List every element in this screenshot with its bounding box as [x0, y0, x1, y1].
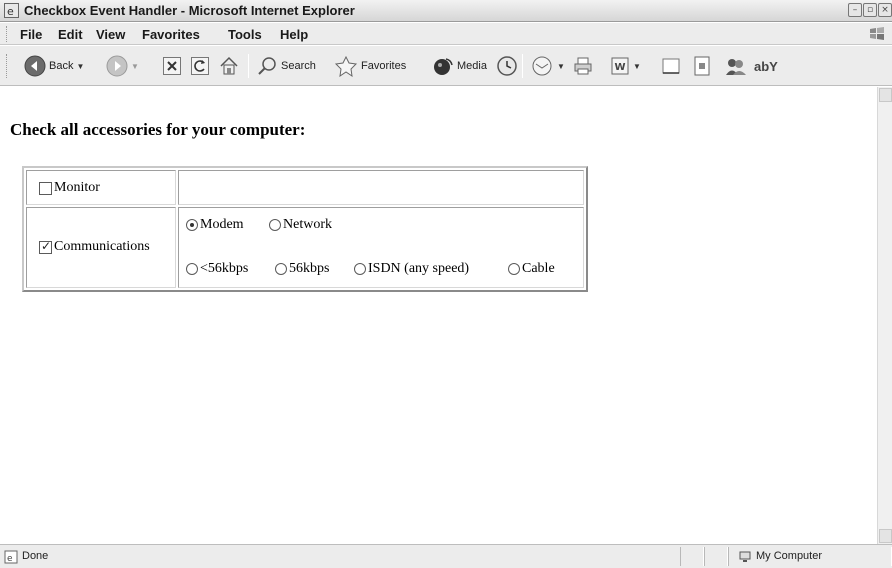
menu-file[interactable]: File — [20, 27, 42, 42]
vertical-scrollbar[interactable] — [877, 87, 892, 544]
monitor-cell: Monitor — [26, 170, 176, 205]
svg-text:e: e — [7, 554, 13, 564]
communications-options-cell: Modem Network <56kbps 56kbps ISDN (any s… — [178, 207, 584, 288]
aby-button[interactable]: abY — [754, 53, 778, 79]
accessories-table: Monitor Communications Modem Network <56… — [22, 166, 588, 292]
speed-56-option[interactable]: 56kbps — [275, 261, 329, 277]
monitor-option[interactable]: Monitor — [39, 180, 100, 196]
title-bar: e Checkbox Event Handler - Microsoft Int… — [0, 0, 892, 22]
speed-lt56-radio[interactable] — [186, 263, 198, 275]
speed-isdn-label: ISDN (any speed) — [368, 261, 470, 276]
network-radio[interactable] — [269, 219, 281, 231]
speed-cable-label: Cable — [522, 261, 555, 276]
speed-isdn-radio[interactable] — [354, 263, 366, 275]
search-button[interactable]: Search — [256, 53, 316, 79]
menu-view[interactable]: View — [96, 27, 125, 42]
status-text: Done — [22, 550, 49, 562]
research-icon — [694, 56, 710, 76]
scroll-up-button[interactable] — [879, 88, 892, 102]
word-icon: W — [611, 57, 629, 75]
communications-label: Communications — [54, 239, 150, 254]
forward-arrow-icon — [106, 55, 128, 77]
discuss-button[interactable] — [660, 53, 682, 79]
status-bar: e Done My Computer — [0, 544, 892, 568]
mail-dropdown-icon[interactable]: ▼ — [557, 62, 565, 71]
menu-favorites[interactable]: Favorites — [142, 27, 200, 42]
speed-cable-option[interactable]: Cable — [508, 261, 555, 277]
menu-tools[interactable]: Tools — [228, 27, 262, 42]
mail-button[interactable]: ▼ — [530, 53, 565, 79]
favorites-button[interactable]: Favorites — [334, 53, 406, 79]
minimize-button[interactable]: – — [848, 3, 862, 17]
search-label: Search — [281, 60, 316, 72]
history-button[interactable] — [496, 53, 518, 79]
back-arrow-icon — [24, 55, 46, 77]
back-button[interactable]: Back ▼ — [24, 53, 84, 79]
home-icon — [220, 56, 238, 75]
mail-icon — [532, 56, 552, 76]
print-icon — [574, 57, 592, 75]
scroll-down-button[interactable] — [879, 529, 892, 543]
close-button[interactable]: × — [878, 3, 892, 17]
favorites-star-icon — [334, 55, 358, 77]
speed-lt56-label: <56kbps — [200, 261, 249, 276]
speed-isdn-option[interactable]: ISDN (any speed) — [354, 261, 469, 277]
monitor-label: Monitor — [54, 180, 100, 195]
aby-label: abY — [754, 58, 778, 74]
discuss-icon — [662, 58, 680, 74]
network-option[interactable]: Network — [269, 217, 332, 233]
speed-lt56-option[interactable]: <56kbps — [186, 261, 248, 277]
media-icon — [434, 58, 453, 75]
menu-help[interactable]: Help — [280, 27, 308, 42]
communications-cell: Communications — [26, 207, 176, 288]
print-button[interactable] — [572, 53, 594, 79]
toolbar: Back ▼ ▼ Search Favorites Media ▼ W ▼ ab… — [0, 46, 892, 86]
speed-cable-radio[interactable] — [508, 263, 520, 275]
menu-bar: File Edit View Favorites Tools Help — [0, 23, 892, 45]
refresh-button[interactable] — [190, 53, 210, 79]
favorites-label: Favorites — [361, 60, 407, 72]
page-done-icon: e — [4, 550, 18, 564]
page-heading: Check all accessories for your computer: — [10, 120, 306, 139]
communications-checkbox[interactable] — [39, 239, 52, 254]
my-computer-icon — [739, 551, 751, 562]
forward-dropdown-icon[interactable]: ▼ — [131, 62, 139, 71]
menu-edit[interactable]: Edit — [58, 27, 83, 42]
communications-option[interactable]: Communications — [39, 239, 150, 255]
messenger-button[interactable] — [724, 53, 748, 79]
modem-radio[interactable] — [186, 219, 198, 231]
research-button[interactable] — [693, 53, 711, 79]
ie-icon: e — [4, 3, 19, 18]
window-title: Checkbox Event Handler - Microsoft Inter… — [24, 3, 355, 18]
stop-button[interactable] — [162, 53, 182, 79]
search-icon — [258, 57, 276, 75]
refresh-icon — [191, 57, 209, 75]
stop-icon — [163, 57, 181, 75]
modem-option[interactable]: Modem — [186, 217, 244, 233]
monitor-checkbox[interactable] — [39, 181, 52, 195]
network-label: Network — [283, 217, 332, 232]
back-label: Back — [49, 60, 74, 72]
svg-text:e: e — [7, 5, 14, 18]
menu-grip[interactable] — [6, 26, 9, 42]
maximize-button[interactable]: ▫ — [863, 3, 877, 17]
speed-56-radio[interactable] — [275, 263, 287, 275]
media-label: Media — [457, 60, 487, 72]
forward-button[interactable]: ▼ — [106, 53, 139, 79]
security-zone-label: My Computer — [756, 550, 823, 562]
media-button[interactable]: Media — [432, 53, 487, 79]
speed-56-label: 56kbps — [289, 261, 330, 276]
modem-label: Modem — [200, 217, 244, 232]
home-button[interactable] — [218, 53, 240, 79]
edit-dropdown-icon[interactable]: ▼ — [633, 62, 641, 71]
back-dropdown-icon[interactable]: ▼ — [76, 62, 84, 71]
messenger-icon — [726, 59, 746, 75]
edit-word-button[interactable]: W ▼ — [610, 53, 641, 79]
monitor-options-cell — [178, 170, 584, 205]
windows-logo-icon — [870, 27, 884, 40]
toolbar-grip[interactable] — [6, 54, 9, 78]
svg-text:W: W — [615, 62, 626, 73]
history-icon — [497, 56, 517, 76]
page-content: Check all accessories for your computer:… — [0, 87, 877, 544]
